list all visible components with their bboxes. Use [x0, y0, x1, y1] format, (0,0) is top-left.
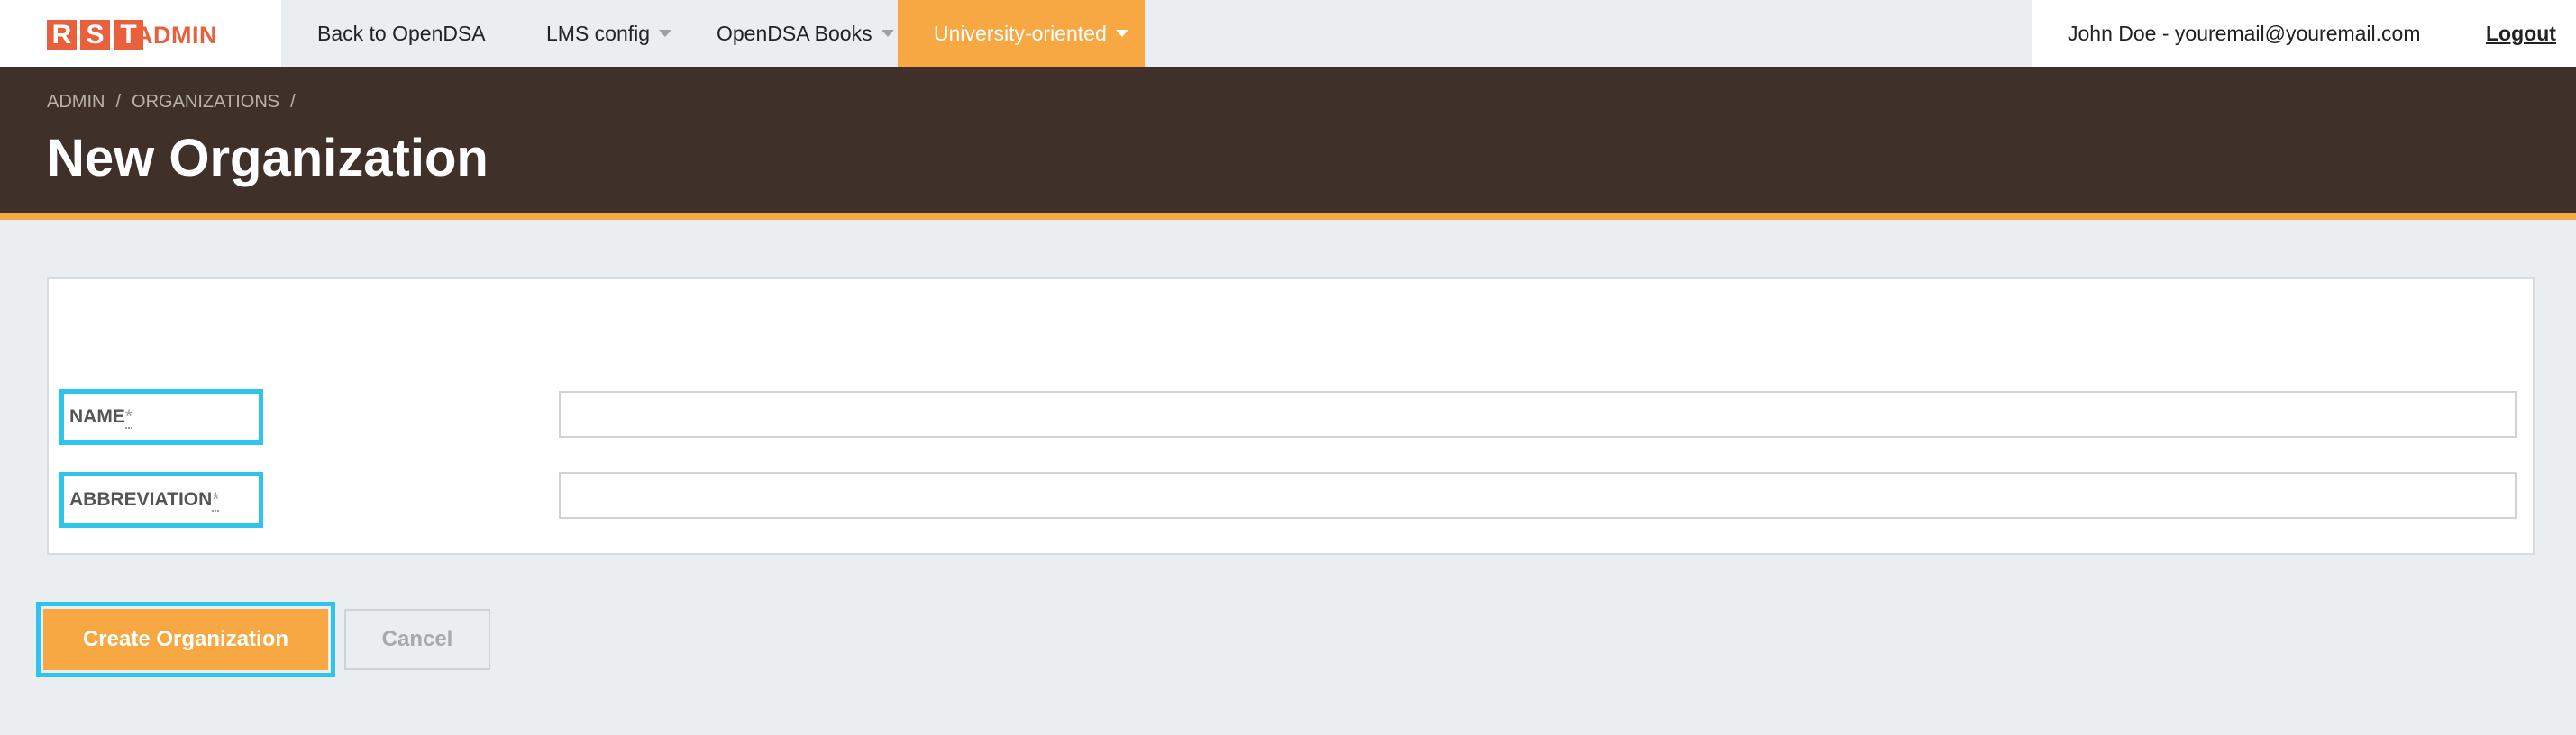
- user-area: John Doe - youremail@youremail.com Logou…: [2032, 0, 2576, 67]
- nav-opendsa-books[interactable]: OpenDSA Books: [717, 0, 894, 67]
- chevron-down-icon: [1115, 30, 1128, 37]
- logo-letters: R S T: [47, 20, 143, 50]
- name-label-text: NAME: [69, 406, 125, 427]
- nav-back-to-opendsa[interactable]: Back to OpenDSA: [317, 0, 486, 67]
- breadcrumb-separator: /: [290, 92, 296, 112]
- required-marker: *: [124, 406, 133, 429]
- nav-lms-config-label: LMS config: [546, 22, 651, 45]
- name-label: NAME*: [59, 389, 263, 445]
- create-organization-button[interactable]: Create Organization: [43, 609, 328, 670]
- breadcrumb-admin[interactable]: ADMIN: [47, 92, 105, 113]
- abbreviation-label: ABBREVIATION*: [59, 472, 263, 528]
- required-marker: *: [212, 489, 220, 512]
- logout-link[interactable]: Logout: [2486, 0, 2556, 67]
- name-input[interactable]: [559, 391, 2517, 438]
- user-identity[interactable]: John Doe - youremail@youremail.com: [2068, 0, 2421, 67]
- chevron-down-icon: [659, 30, 672, 37]
- logo[interactable]: R S T ADMIN: [0, 0, 281, 67]
- breadcrumb: ADMIN / ORGANIZATIONS /: [47, 92, 296, 113]
- nav-opendsa-books-label: OpenDSA Books: [717, 22, 872, 45]
- logo-letter-r: R: [47, 20, 77, 50]
- breadcrumb-organizations[interactable]: ORGANIZATIONS: [132, 92, 279, 113]
- breadcrumb-separator: /: [115, 92, 122, 112]
- organization-form-panel: NAME* ABBREVIATION*: [47, 277, 2535, 555]
- page-title: New Organization: [47, 129, 489, 187]
- create-organization-highlight: Create Organization: [36, 602, 335, 677]
- logo-letter-s: S: [80, 20, 110, 50]
- top-navigation-bar: R S T ADMIN Back to OpenDSA LMS config O…: [0, 0, 2576, 67]
- abbreviation-label-text: ABBREVIATION: [69, 489, 213, 510]
- nav-lms-config[interactable]: LMS config: [546, 0, 672, 67]
- abbreviation-input[interactable]: [559, 472, 2517, 519]
- cancel-button[interactable]: Cancel: [344, 609, 490, 670]
- nav-back-to-opendsa-label: Back to OpenDSA: [317, 22, 486, 45]
- chevron-down-icon: [881, 30, 894, 37]
- logo-admin-text: ADMIN: [135, 22, 217, 49]
- nav-university-oriented[interactable]: University-oriented: [898, 0, 1145, 67]
- nav-university-oriented-label: University-oriented: [934, 22, 1107, 45]
- page-header: ADMIN / ORGANIZATIONS / New Organization: [0, 67, 2576, 220]
